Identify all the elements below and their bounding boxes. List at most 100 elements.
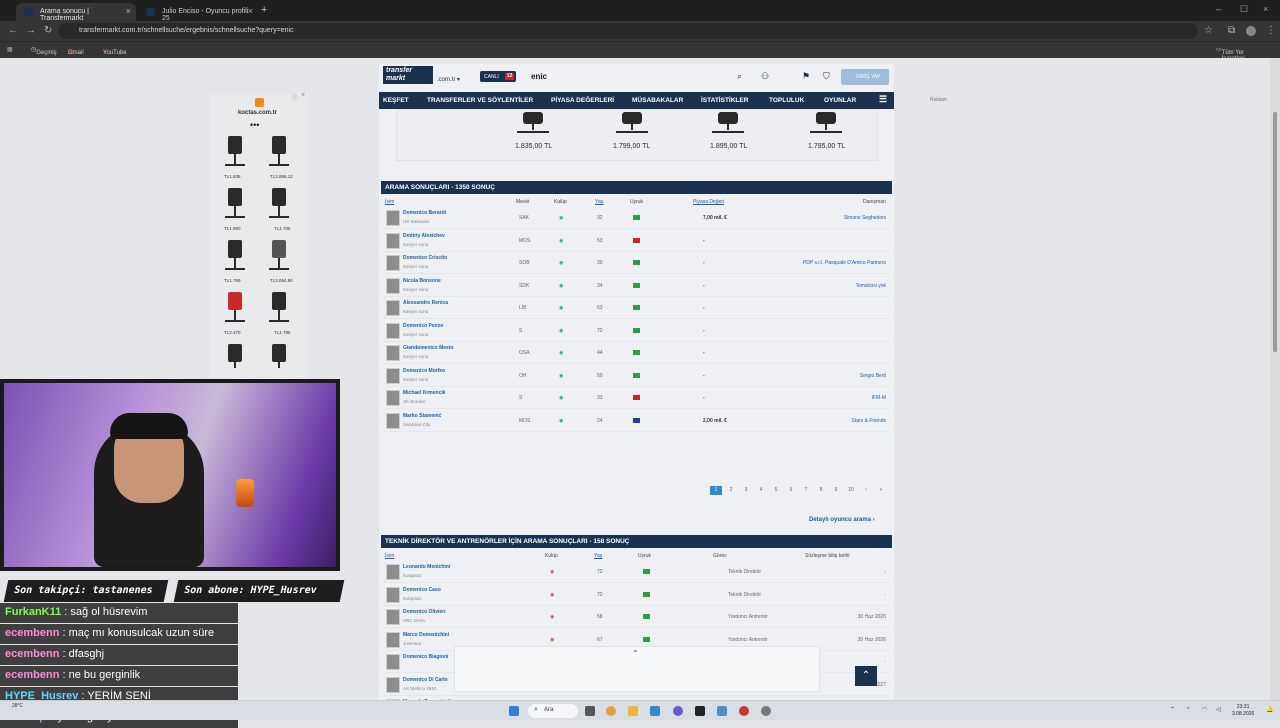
page-link[interactable]: 9 <box>830 486 842 495</box>
col-market-value[interactable]: Piyasa Değeri <box>693 199 724 205</box>
user-search-icon[interactable]: ⚇ <box>761 71 769 82</box>
extensions-icon[interactable]: ⧉ <box>1228 25 1235 36</box>
telegram-icon[interactable] <box>650 706 660 716</box>
file-explorer-icon[interactable] <box>628 706 638 716</box>
page-link[interactable]: › <box>860 486 872 495</box>
page-link[interactable]: 7 <box>800 486 812 495</box>
player-name[interactable]: Domenico Morfeo <box>403 368 445 374</box>
login-button[interactable]: GİRİŞ YAP <box>841 69 889 85</box>
market-value[interactable]: - <box>703 395 705 401</box>
table-row[interactable]: Alessandro Renica Kariyer sonu LİB ◉ 63 - <box>383 297 890 319</box>
page-link[interactable]: 3 <box>740 486 752 495</box>
page-link[interactable]: 6 <box>785 486 797 495</box>
player-name[interactable]: Domenico Penzo <box>403 323 443 329</box>
side-ad[interactable]: ⓘ × koctas.com.tr ••• TL1.835 TL3.895,12… <box>210 92 309 380</box>
task-view-icon[interactable] <box>585 706 595 716</box>
volume-icon[interactable]: ◁ <box>1216 706 1221 713</box>
tm-logo[interactable]: transfer markt <box>383 66 433 84</box>
search-icon[interactable]: ⌕ <box>737 71 742 82</box>
page-link[interactable]: 1 <box>710 486 722 495</box>
weather-widget[interactable]: 28°C <box>12 703 23 709</box>
club-crest-icon[interactable]: ◉ <box>559 328 563 334</box>
club-crest-icon[interactable]: ◉ <box>550 592 554 598</box>
chevron-down-icon[interactable]: ⌄ <box>632 645 639 654</box>
search-input[interactable]: enic <box>531 72 547 81</box>
minimize-icon[interactable]: – <box>1216 4 1221 14</box>
market-value[interactable]: - <box>703 305 705 311</box>
close-icon[interactable]: × <box>248 6 253 16</box>
chrome-icon[interactable] <box>606 706 616 716</box>
market-value[interactable]: - <box>703 328 705 334</box>
nav-market-values[interactable]: PİYASA DEĞERLERİ <box>551 97 614 104</box>
notification-bell-icon[interactable]: 🔔 <box>1266 706 1273 713</box>
player-club[interactable]: SK Boroice <box>403 399 426 404</box>
table-row[interactable]: Domenico Olivieri ARC Gena ◉ 58 Yardımcı Ant… <box>383 606 890 628</box>
agent-link[interactable]: Temsilcisi yok <box>855 283 886 289</box>
nav-statistics[interactable]: İSTATİSTİKLER <box>701 97 748 104</box>
club-crest-icon[interactable]: ◉ <box>559 418 563 424</box>
table-row[interactable]: Nicola Bonsone Kariyer sonu SDK ◉ 34 - Temsilc… <box>383 275 890 297</box>
club-crest-icon[interactable]: ◉ <box>559 215 563 221</box>
player-club[interactable]: Kariyer sonu <box>403 264 428 269</box>
nav-games[interactable]: OYUNLAR <box>824 97 856 104</box>
col-name[interactable]: İsim <box>385 553 394 559</box>
coach-club[interactable]: Kulüpsüz <box>403 573 422 578</box>
col-age[interactable]: Yaş <box>595 199 603 205</box>
page-link[interactable]: 4 <box>755 486 767 495</box>
url-field[interactable]: transfermarkt.com.tr/schnellsuche/ergebn… <box>58 23 1198 39</box>
club-crest-icon[interactable]: ◉ <box>550 569 554 575</box>
club-crest-icon[interactable]: ◉ <box>550 637 554 643</box>
market-value[interactable]: - <box>703 238 705 244</box>
app-icon[interactable] <box>717 706 727 716</box>
hamburger-icon[interactable]: ☰ <box>879 94 887 105</box>
agent-link[interactable]: Sergio Berti <box>860 373 886 379</box>
club-crest-icon[interactable]: ◉ <box>550 614 554 620</box>
market-value[interactable]: - <box>703 350 705 356</box>
coach-club[interactable]: Kulüpsüz <box>403 596 422 601</box>
coach-club[interactable]: Juventus <box>403 641 421 646</box>
player-club[interactable]: Swansea City <box>403 422 431 427</box>
app-icon[interactable] <box>695 706 705 716</box>
player-club[interactable]: Kariyer sonu <box>403 332 428 337</box>
scrollbar-thumb[interactable] <box>1273 112 1277 352</box>
menu-dots-icon[interactable]: ⋮ <box>1266 25 1276 36</box>
table-row[interactable]: Domenico Criscito Kariyer sonu SOB ◉ 39 - PDP … <box>383 252 890 274</box>
player-name[interactable]: Domenico Criscito <box>403 255 447 261</box>
browser-tab-active[interactable]: Arama sonucu | Transfermarkt × <box>16 3 136 22</box>
cookie-banner[interactable]: ⌄ <box>454 645 820 692</box>
table-row[interactable]: Domenico Berardi US Sassuolo SAK ◉ 32 7,00 mi… <box>383 207 890 229</box>
close-icon[interactable]: × <box>126 6 131 16</box>
taskbar-search[interactable]: ⌕ Ara <box>528 704 578 718</box>
profile-avatar[interactable] <box>1246 26 1256 36</box>
reload-icon[interactable]: ↻ <box>44 25 52 36</box>
bookmark-history[interactable]: ◷ Geçmiş <box>31 46 57 56</box>
coach-name[interactable]: Domenico Biagioni <box>403 654 448 660</box>
market-value[interactable]: - <box>703 283 705 289</box>
coach-name[interactable]: Marco Domenichini <box>403 632 449 638</box>
ad-close-icon[interactable]: × <box>301 92 305 99</box>
page-link[interactable]: 5 <box>770 486 782 495</box>
table-row[interactable]: Dmitriy Alexichev Kariyer sonu MOS ◉ 53 - <box>383 230 890 252</box>
table-row[interactable]: Marko Stamenić Swansea City MOS ◉ 24 2,00 mil… <box>383 410 890 432</box>
club-crest-icon[interactable]: ◉ <box>559 350 563 356</box>
player-club[interactable]: US Sassuolo <box>403 219 429 224</box>
bookmark-icon[interactable]: ⚑ <box>802 71 810 82</box>
market-value[interactable]: - <box>703 260 705 266</box>
settings-icon[interactable] <box>761 706 771 716</box>
detailed-search-link[interactable]: Detaylı oyuncu arama › <box>809 517 875 523</box>
product-ad-strip[interactable]: 1.835,00 TL 1.799,00 TL 1.895,00 TL 1.79… <box>396 109 878 161</box>
scroll-top-button[interactable]: ⌃ <box>855 666 877 686</box>
apps-grid-icon[interactable]: ▦ <box>7 46 13 53</box>
club-crest-icon[interactable]: ◉ <box>559 260 563 266</box>
table-row[interactable]: Leonardo Menichini Kulüpsüz ◉ 72 Teknik Dire… <box>383 561 890 583</box>
coach-name[interactable]: Leonardo Menichini <box>403 564 450 570</box>
network-icon[interactable]: ◔ <box>1186 706 1190 712</box>
coach-club[interactable]: AS Siebico 1910 <box>403 686 436 691</box>
all-bookmarks[interactable]: ▭ Tüm Yer İşaretleri <box>1216 46 1245 62</box>
maximize-icon[interactable]: ☐ <box>1240 4 1248 15</box>
windows-start-icon[interactable] <box>509 706 519 716</box>
wifi-icon[interactable]: ◠ <box>1202 706 1207 713</box>
col-age[interactable]: Yaş <box>594 553 602 559</box>
browser-tab[interactable]: Julio Enciso - Oyuncu profili 25 × <box>138 3 258 22</box>
nav-community[interactable]: TOPLULUK <box>769 97 804 104</box>
